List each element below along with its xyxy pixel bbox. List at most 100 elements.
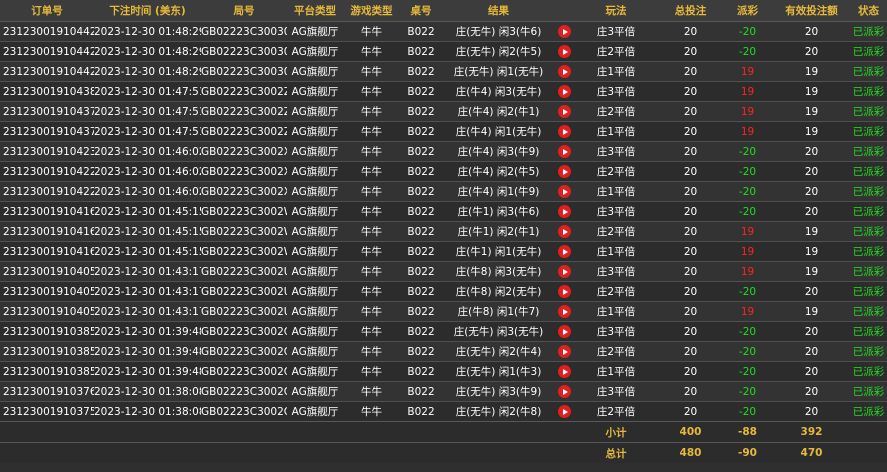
- play-type: 庄3平倍: [573, 261, 659, 282]
- bet-time: 2023-12-30 01:46:02: [94, 141, 201, 162]
- order-id: 231230019104426: [0, 21, 94, 42]
- table-row: 231230019104380 2023-12-30 01:47:51 GB0222…: [0, 81, 887, 102]
- round-id: GB02223C30030: [201, 21, 287, 42]
- play-type: 庄1平倍: [573, 301, 659, 322]
- video: [555, 321, 573, 342]
- total-bet: 20: [659, 181, 722, 202]
- table-row: 231230019104425 2023-12-30 01:48:29 GB0222…: [0, 41, 887, 62]
- bet-record-table: 订单号 下注时间 (美东) 局号 平台类型 游戏类型 桌号 结果 玩法 总投注 派彩 有效投注额 状态…: [0, 0, 887, 463]
- header-bet-time: 下注时间 (美东): [94, 0, 201, 22]
- play-circle-icon[interactable]: [557, 85, 571, 98]
- total-bet: 20: [659, 61, 722, 82]
- table-header: 订单号 下注时间 (美东) 局号 平台类型 游戏类型 桌号 结果 玩法 总投注 派彩 有效投注额 状态: [0, 0, 887, 22]
- total-bet: 20: [659, 241, 722, 262]
- bet-time: 2023-12-30 01:43:17: [94, 301, 201, 322]
- order-id: 231230019104058: [0, 281, 94, 302]
- status-badge: 已派彩: [850, 121, 887, 142]
- order-id: 231230019104167: [0, 241, 94, 262]
- order-id: 231230019103759: [0, 401, 94, 422]
- total-bet: 480: [659, 442, 722, 463]
- play-circle-icon[interactable]: [557, 185, 571, 198]
- video: [555, 381, 573, 402]
- play-circle-icon[interactable]: [557, 225, 571, 238]
- payout: -20: [722, 181, 773, 202]
- order-id: 231230019103760: [0, 381, 94, 402]
- table-row: 231230019103857 2023-12-30 01:39:48 GB0222…: [0, 341, 887, 362]
- order-id: 231230019104057: [0, 301, 94, 322]
- bet-time: 2023-12-30 01:47:51: [94, 101, 201, 122]
- play-circle-icon[interactable]: [557, 385, 571, 398]
- bet-time: 2023-12-30 01:39:48: [94, 361, 201, 382]
- table-no: B022: [400, 201, 442, 222]
- valid-bet: 19: [773, 241, 850, 262]
- game-result: 庄(无牛) 闲3(无牛): [442, 321, 555, 342]
- play-circle-icon[interactable]: [557, 245, 571, 258]
- play-circle-icon[interactable]: [557, 365, 571, 378]
- game-type: 牛牛: [343, 201, 400, 222]
- total-row: 总计 480 -90 470: [0, 442, 887, 463]
- bet-time: 2023-12-30 01:47:51: [94, 121, 201, 142]
- platform-type: AG旗舰厅: [287, 121, 343, 142]
- total-bet: 20: [659, 341, 722, 362]
- round-id: GB02223C3002X: [201, 161, 287, 182]
- play-circle-icon[interactable]: [557, 305, 571, 318]
- platform-type: AG旗舰厅: [287, 41, 343, 62]
- game-type: 牛牛: [343, 121, 400, 142]
- game-result: 庄(牛4) 闲1(无牛): [442, 121, 555, 142]
- play-circle-icon[interactable]: [557, 265, 571, 278]
- play-circle-icon[interactable]: [557, 25, 571, 38]
- game-type: 牛牛: [343, 261, 400, 282]
- total-bet: 20: [659, 401, 722, 422]
- play-circle-icon[interactable]: [557, 125, 571, 138]
- payout: -20: [722, 401, 773, 422]
- platform-type: AG旗舰厅: [287, 241, 343, 262]
- play-circle-icon[interactable]: [557, 105, 571, 118]
- header-result: 结果: [442, 0, 555, 22]
- table-no: B022: [400, 121, 442, 142]
- status-badge: 已派彩: [850, 261, 887, 282]
- play-circle-icon[interactable]: [557, 205, 571, 218]
- platform-type: AG旗舰厅: [287, 301, 343, 322]
- video: [555, 261, 573, 282]
- video: [555, 401, 573, 422]
- header-video: [555, 0, 573, 22]
- play-circle-icon[interactable]: [557, 165, 571, 178]
- payout: -20: [722, 381, 773, 402]
- game-type: 牛牛: [343, 401, 400, 422]
- play-circle-icon[interactable]: [557, 285, 571, 298]
- bet-time: 2023-12-30 01:46:02: [94, 161, 201, 182]
- game-result: 庄(无牛) 闲1(无牛): [442, 61, 555, 82]
- platform-type: AG旗舰厅: [287, 341, 343, 362]
- play-circle-icon[interactable]: [557, 45, 571, 58]
- game-result: 庄(牛8) 闲2(无牛): [442, 281, 555, 302]
- table-no: B022: [400, 281, 442, 302]
- total-bet: 20: [659, 161, 722, 182]
- total-bet: 20: [659, 361, 722, 382]
- game-type: 牛牛: [343, 341, 400, 362]
- video: [555, 361, 573, 382]
- valid-bet: 19: [773, 121, 850, 142]
- play-circle-icon[interactable]: [557, 405, 571, 418]
- play-circle-icon[interactable]: [557, 145, 571, 158]
- valid-bet: 20: [773, 361, 850, 382]
- play-circle-icon[interactable]: [557, 345, 571, 358]
- table-no: B022: [400, 361, 442, 382]
- game-result: 庄(牛4) 闲2(牛5): [442, 161, 555, 182]
- total-payout: -90: [722, 442, 773, 463]
- platform-type: AG旗舰厅: [287, 141, 343, 162]
- game-result: 庄(牛8) 闲1(牛7): [442, 301, 555, 322]
- order-id: 231230019104379: [0, 101, 94, 122]
- game-type: 牛牛: [343, 61, 400, 82]
- status-badge: 已派彩: [850, 81, 887, 102]
- round-id: GB02223C3002Z: [201, 101, 287, 122]
- table-row: 231230019104229 2023-12-30 01:46:02 GB0222…: [0, 161, 887, 182]
- platform-type: AG旗舰厅: [287, 201, 343, 222]
- round-id: GB02223C3002U: [201, 261, 287, 282]
- play-circle-icon[interactable]: [557, 325, 571, 338]
- play-circle-icon[interactable]: [557, 65, 571, 78]
- valid-bet: 19: [773, 301, 850, 322]
- game-type: 牛牛: [343, 281, 400, 302]
- game-result: 庄(无牛) 闲2(牛4): [442, 341, 555, 362]
- game-result: 庄(牛1) 闲2(牛1): [442, 221, 555, 242]
- order-id: 231230019104229: [0, 161, 94, 182]
